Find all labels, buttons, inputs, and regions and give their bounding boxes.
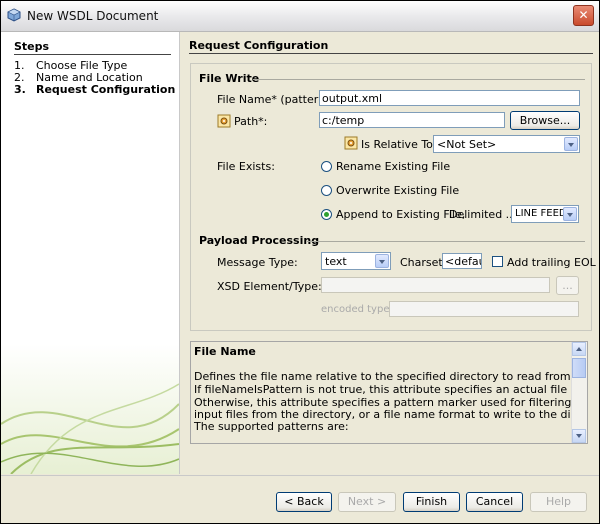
encoded-type-label: encoded type: [321,304,393,315]
scroll-down-icon[interactable] [572,429,586,443]
delimited-label: Delimited ... [449,208,517,221]
overwrite-radio-label[interactable]: Overwrite Existing File [336,184,459,197]
gear-file-icon [217,114,231,128]
message-type-select[interactable]: text [321,252,391,270]
chevron-down-icon[interactable] [564,137,578,151]
trailing-eol-checkbox[interactable] [492,256,503,267]
help-title: File Name [194,345,256,358]
wizard-footer: < Back Next > Finish Cancel Help [1,475,599,524]
rename-radio[interactable] [321,161,332,172]
help-text-line: Defines the file name relative to the sp… [194,370,587,383]
steps-header: Steps [14,40,50,53]
overwrite-radio[interactable] [321,185,332,196]
file-name-field[interactable]: output.xml [319,90,580,106]
steps-divider [14,54,171,55]
path-label: Path*: [234,115,268,128]
chevron-down-icon[interactable] [375,254,389,268]
help-description-panel: File Name Defines the file name relative… [190,341,588,444]
back-button[interactable]: < Back [276,492,332,512]
chevron-down-icon[interactable] [563,207,577,221]
page-title-divider [189,53,593,54]
gear-file-icon [344,136,358,150]
payload-section-title: Payload Processing [199,234,320,247]
step-item-current: 3. Request Configuration [14,84,175,96]
file-exists-label: File Exists: [217,160,275,173]
cancel-button[interactable]: Cancel [466,492,523,512]
title-bar: New WSDL Document ✕ [1,1,599,32]
delimiter-select[interactable]: LINE FEED [511,205,579,223]
next-button[interactable]: Next > [338,492,396,512]
message-type-value: text [325,255,347,268]
page-title: Request Configuration [189,39,329,52]
append-radio[interactable] [321,209,332,220]
help-text-line: If fileNameIsPattern is not true, this a… [194,383,588,396]
payload-divider [307,241,585,242]
step-label: Request Configuration [36,83,176,96]
scroll-up-icon[interactable] [572,342,586,356]
encoded-type-field[interactable] [389,301,579,317]
finish-button[interactable]: Finish [403,492,460,512]
help-text-line: The supported patterns are: [194,420,349,433]
wsdl-wizard-window: New WSDL Document ✕ Steps 1. Choose File … [0,0,600,524]
file-write-divider [253,79,585,80]
help-button[interactable]: Help [530,492,587,512]
rename-radio-label[interactable]: Rename Existing File [336,160,450,173]
relative-to-value: <Not Set> [437,138,497,151]
netbeans-cube-icon [7,8,21,22]
steps-list: 1. Choose File Type 2. Name and Location 3… [14,60,175,96]
browse-button[interactable]: Browse... [510,111,580,130]
file-name-label: File Name* (pattern): [217,93,334,106]
xsd-element-label: XSD Element/Type: [217,280,322,293]
scroll-thumb[interactable] [572,358,586,378]
relative-to-select[interactable]: <Not Set> [433,135,580,153]
xsd-browse-button[interactable]: ... [556,276,579,295]
content-panel: Request Configuration File Write File Na… [180,32,599,474]
close-icon[interactable]: ✕ [573,5,594,26]
charset-field[interactable]: <default [442,253,482,269]
relative-to-label: Is Relative To: [361,138,437,151]
help-scrollbar[interactable] [571,342,587,443]
configuration-form: File Write File Name* (pattern): output.… [190,63,596,331]
decorative-swirl-graphic [1,344,179,474]
xsd-element-field[interactable] [321,277,550,293]
trailing-eol-label[interactable]: Add trailing EOL [507,256,596,269]
message-type-label: Message Type: [217,256,298,269]
file-write-section-title: File Write [199,72,260,85]
append-radio-label[interactable]: Append to Existing File, [336,208,465,221]
charset-label: Charset: [400,256,447,269]
steps-panel: Steps 1. Choose File Type 2. Name and Loca… [1,32,180,474]
delimiter-value: LINE FEED [515,208,567,219]
window-title: New WSDL Document [27,9,159,23]
step-number: 3. [14,83,26,96]
path-field[interactable]: c:/temp [319,112,505,128]
